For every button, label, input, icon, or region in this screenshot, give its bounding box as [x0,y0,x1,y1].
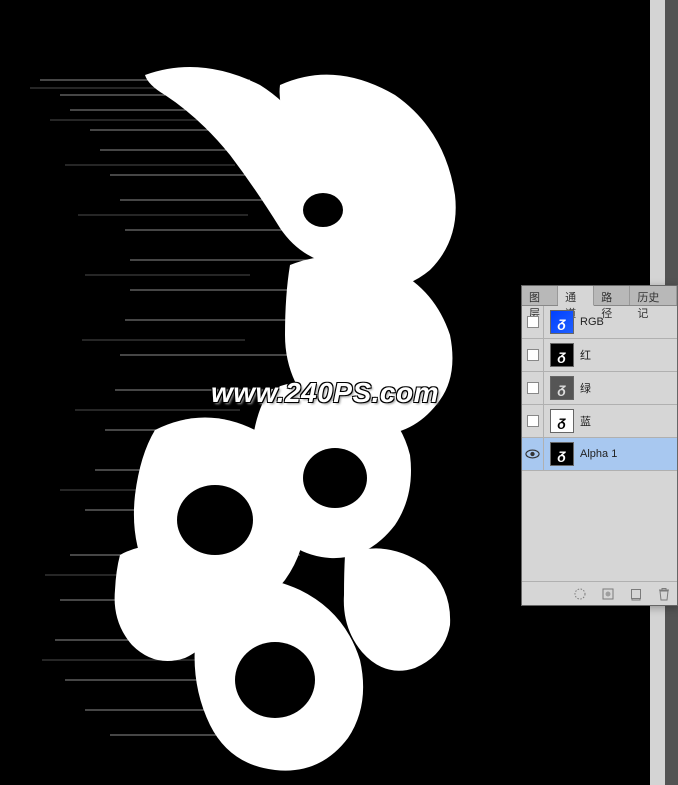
channel-thumbnail: ᵹ [550,310,574,334]
visibility-checkbox-icon [527,316,539,328]
visibility-checkbox-icon [527,382,539,394]
channel-row-green[interactable]: ᵹ 绿 [522,372,677,405]
visibility-toggle[interactable] [522,438,544,470]
channel-thumbnail: ᵹ [550,343,574,367]
channel-list-empty-area [522,471,677,581]
channel-name-label: 绿 [580,380,677,396]
panel-tabs: 图层 通道 路径 历史记 [522,286,677,306]
channel-thumbnail: ᵹ [550,409,574,433]
channel-list: ᵹ RGB ᵹ 红 ᵹ 绿 ᵹ 蓝 [522,306,677,581]
channel-thumbnail: ᵹ [550,376,574,400]
channel-row-red[interactable]: ᵹ 红 [522,339,677,372]
channel-thumbnail: ᵹ [550,442,574,466]
load-selection-icon[interactable] [571,585,589,603]
panel-footer [522,581,677,605]
new-channel-icon[interactable] [627,585,645,603]
tab-history[interactable]: 历史记 [630,286,677,305]
channel-name-label: Alpha 1 [580,448,677,460]
tab-paths[interactable]: 路径 [594,286,630,305]
channel-row-alpha1[interactable]: ᵹ Alpha 1 [522,438,677,471]
watermark-text: www.240PS.com [211,377,439,409]
delete-channel-icon[interactable] [655,585,673,603]
visibility-toggle[interactable] [522,372,544,404]
visibility-toggle[interactable] [522,405,544,437]
tab-channels[interactable]: 通道 [558,286,594,306]
visibility-checkbox-icon [527,415,539,427]
channel-row-rgb[interactable]: ᵹ RGB [522,306,677,339]
channels-panel: 图层 通道 路径 历史记 ᵹ RGB ᵹ 红 ᵹ 绿 [521,285,678,606]
visibility-toggle[interactable] [522,306,544,338]
channel-name-label: RGB [580,316,677,328]
channel-row-blue[interactable]: ᵹ 蓝 [522,405,677,438]
visibility-toggle[interactable] [522,339,544,371]
eye-icon [525,449,540,459]
channel-name-label: 蓝 [580,413,677,429]
save-selection-icon[interactable] [599,585,617,603]
channel-name-label: 红 [580,347,677,363]
tab-layers[interactable]: 图层 [522,286,558,305]
visibility-checkbox-icon [527,349,539,361]
